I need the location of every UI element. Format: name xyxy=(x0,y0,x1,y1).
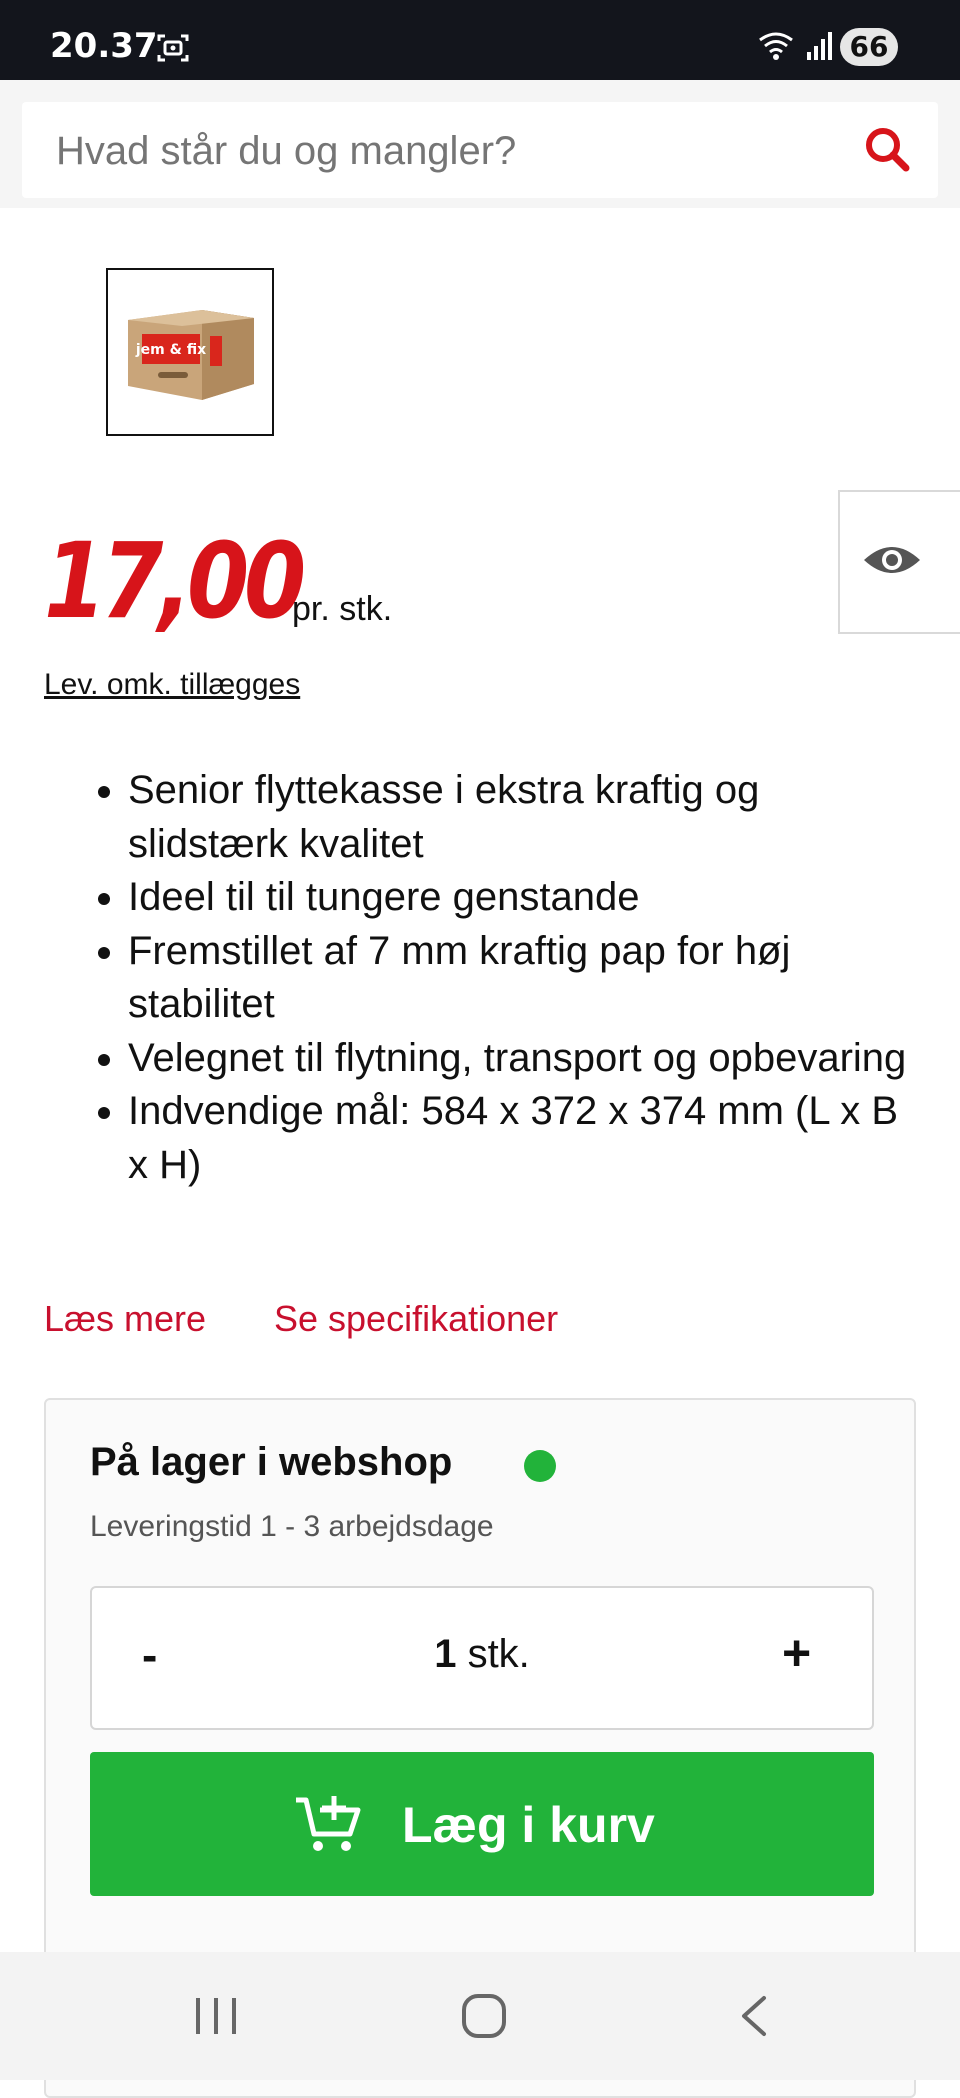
feature-item: Velegnet til flytning, transport og opbe… xyxy=(128,1032,924,1086)
product-features: Senior flyttekasse i ekstra kraftig og s… xyxy=(44,764,924,1192)
feature-item: Senior flyttekasse i ekstra kraftig og s… xyxy=(128,764,924,871)
status-time: 20.37 xyxy=(50,26,158,66)
search-icon[interactable] xyxy=(862,124,912,174)
read-more-link[interactable]: Læs mere xyxy=(44,1298,206,1340)
cart-plus-icon xyxy=(296,1796,361,1851)
quantity-stepper: - 1 stk. + xyxy=(90,1586,874,1730)
delivery-time: Leveringstid 1 - 3 arbejdsdage xyxy=(90,1510,494,1543)
search-header xyxy=(0,80,960,208)
status-bar: 20.37 66 xyxy=(0,0,960,80)
eye-icon xyxy=(864,547,920,573)
quantity-display[interactable]: 1 stk. xyxy=(92,1632,872,1677)
product-thumbnail[interactable]: jem & fix xyxy=(106,268,274,436)
search-input[interactable] xyxy=(54,102,838,200)
back-icon[interactable] xyxy=(736,1994,772,2038)
increase-quantity-button[interactable]: + xyxy=(782,1624,811,1682)
thumbnail-brand: jem & fix xyxy=(135,342,206,358)
add-to-cart-label: Læg i kurv xyxy=(402,1797,655,1853)
screen-record-icon xyxy=(157,34,189,62)
recent-apps-icon[interactable] xyxy=(192,1994,240,2038)
stock-status-title: På lager i webshop xyxy=(90,1440,453,1484)
search-box[interactable] xyxy=(22,102,938,200)
system-nav-bar xyxy=(0,1952,960,2080)
feature-item: Ideel til til tungere genstande xyxy=(128,871,924,925)
quantity-value: 1 xyxy=(434,1632,457,1676)
feature-item: Fremstillet af 7 mm kraftig pap for høj … xyxy=(128,925,924,1032)
feature-item: Indvendige mål: 584 x 372 x 374 mm (L x … xyxy=(128,1085,924,1192)
home-icon[interactable] xyxy=(460,1992,508,2040)
quantity-unit: stk. xyxy=(467,1632,530,1676)
add-to-cart-button[interactable]: Læg i kurv xyxy=(90,1752,874,1896)
price-unit: pr. stk. xyxy=(292,590,393,628)
in-stock-indicator-icon xyxy=(524,1450,556,1482)
battery-icon: 66 xyxy=(840,28,898,66)
price: 17,00 xyxy=(44,520,306,642)
view-3d-button[interactable] xyxy=(838,490,960,634)
shipping-cost-link[interactable]: Lev. omk. tillægges xyxy=(44,668,300,702)
wifi-icon xyxy=(759,32,793,60)
signal-icon xyxy=(807,32,832,60)
moving-box-image: jem & fix xyxy=(128,310,254,400)
specifications-link[interactable]: Se specifikationer xyxy=(274,1298,558,1340)
